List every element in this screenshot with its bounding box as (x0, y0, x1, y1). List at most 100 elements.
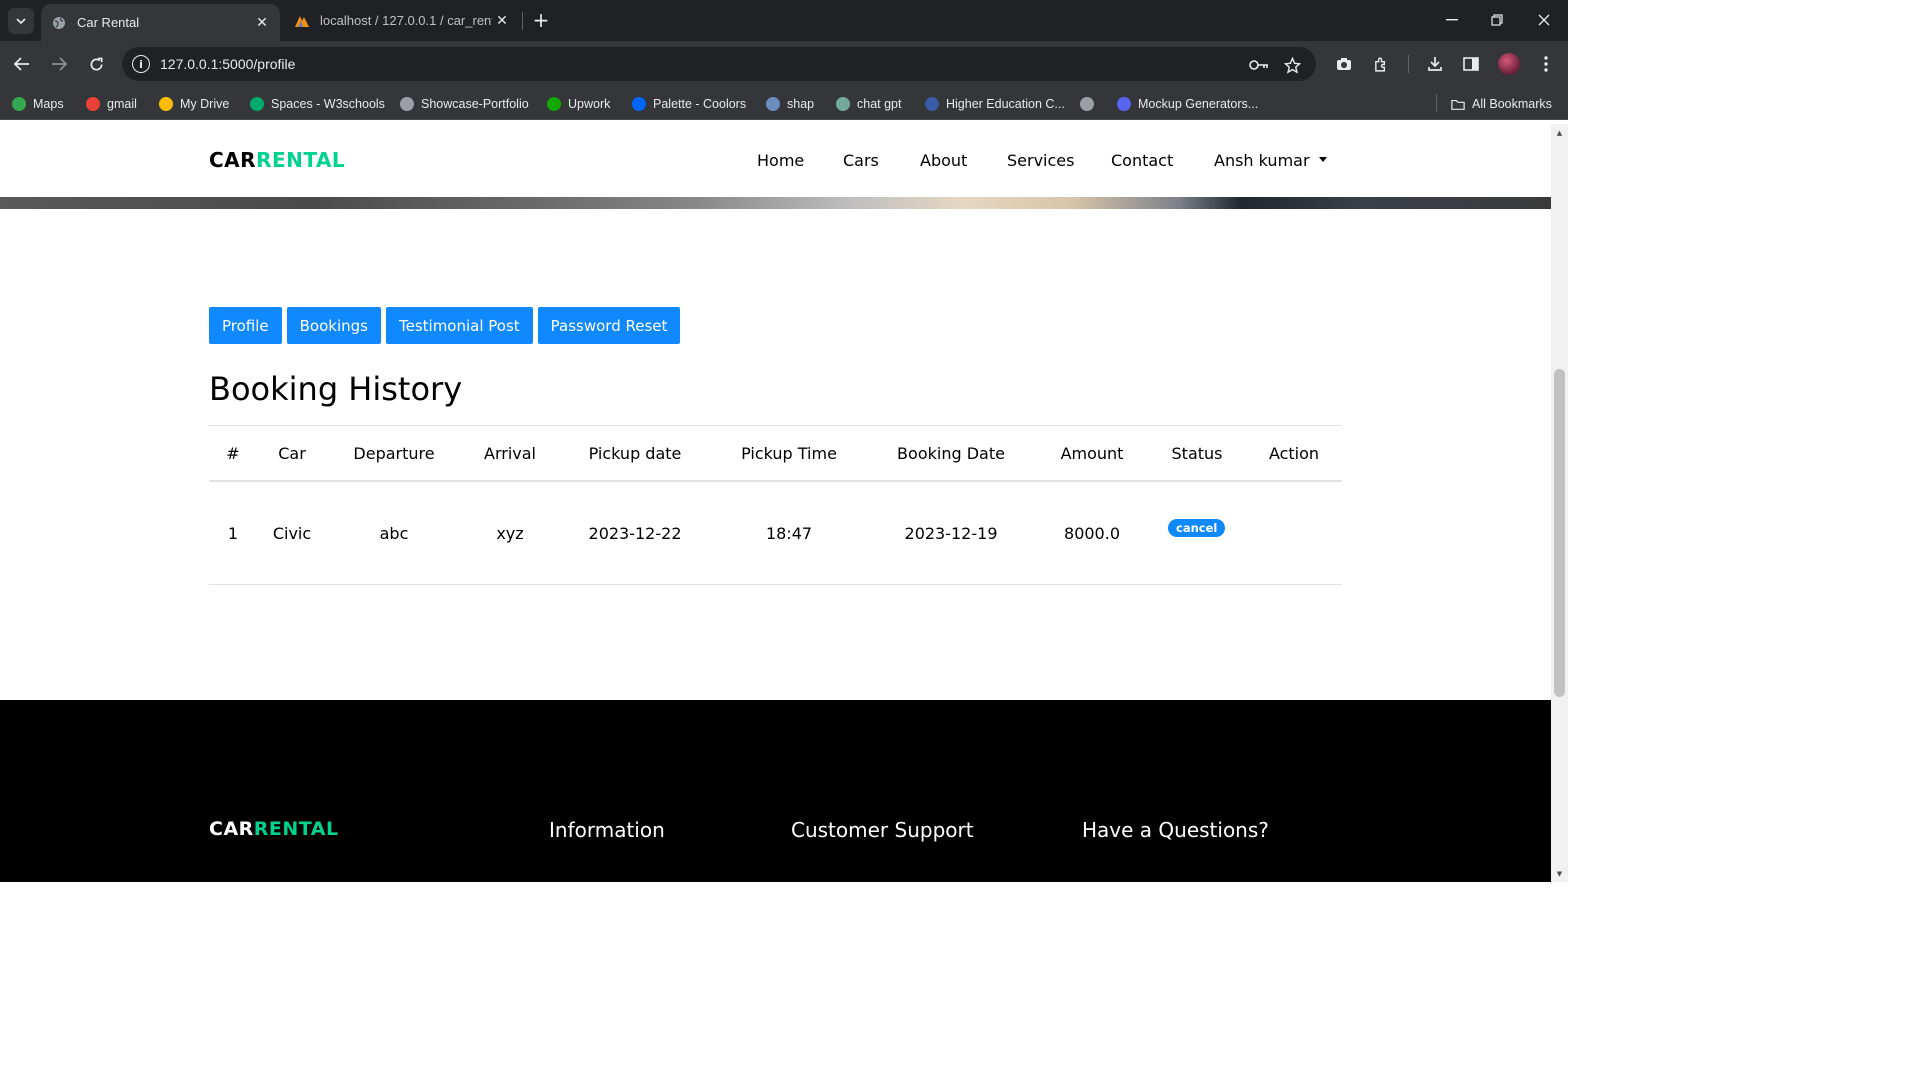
bookmark-item[interactable]: Upwork (547, 95, 610, 113)
cell-arrival: xyz (496, 524, 524, 543)
cell-car: Civic (272, 524, 312, 543)
cell-booking-date: 2023-12-19 (904, 524, 998, 543)
col-header-booking-date: Booking Date (897, 444, 1005, 463)
close-tab-icon[interactable]: ✕ (492, 11, 512, 31)
bookmark-star-icon[interactable] (1282, 55, 1302, 75)
page-viewport: CARRENTAL Home Cars About Services Conta… (0, 124, 1551, 882)
new-tab-icon[interactable]: + (530, 8, 552, 32)
cell-departure: abc (379, 524, 409, 543)
hero-image-strip (0, 197, 1551, 209)
all-bookmarks-label: All Bookmarks (1472, 97, 1552, 111)
nav-contact[interactable]: Contact (1111, 151, 1173, 170)
nav-services[interactable]: Services (1007, 151, 1074, 170)
footer-logo[interactable]: CARRENTAL (209, 818, 339, 840)
logo-text-rental: RENTAL (256, 148, 346, 172)
upwork-icon (547, 97, 561, 111)
browser-tab-active[interactable]: Car Rental ✕ (41, 4, 280, 41)
bookmark-item[interactable]: shap (766, 95, 814, 113)
shap-icon (766, 97, 780, 111)
bookmark-label: shap (787, 97, 815, 111)
bookmark-item[interactable]: chat gpt (836, 95, 901, 113)
page-scrollbar[interactable]: ▲ ▼ (1551, 124, 1568, 882)
globe-icon (1080, 97, 1094, 111)
tab-divider (522, 12, 523, 30)
password-key-icon[interactable] (1249, 55, 1269, 75)
scroll-down-arrow-icon[interactable]: ▼ (1555, 869, 1564, 878)
bookmark-label: Higher Education C... (946, 97, 1065, 111)
coolors-icon (632, 97, 646, 111)
logo-text-car: CAR (209, 148, 257, 172)
cell-pickup-time: 18:47 (765, 524, 813, 543)
col-header-departure: Departure (353, 444, 435, 463)
bookmark-label: Palette - Coolors (653, 97, 747, 111)
site-footer: CARRENTAL Information Customer Support H… (0, 700, 1551, 882)
globe-icon (400, 97, 414, 111)
table-bottom-border (209, 584, 1342, 585)
downloads-icon[interactable] (1424, 53, 1446, 75)
more-menu-icon[interactable] (1535, 53, 1557, 75)
browser-tab-bar: Car Rental ✕ localhost / 127.0.0.1 / car… (0, 0, 1568, 41)
bookings-tab-button[interactable]: Bookings (286, 307, 381, 344)
footer-heading-information: Information (549, 818, 665, 842)
bookmark-label: Maps (33, 97, 64, 111)
password-reset-tab-button[interactable]: Password Reset (537, 307, 681, 344)
gmail-icon (86, 97, 100, 111)
back-icon[interactable] (10, 52, 34, 76)
cell-pickup-date: 2023-12-22 (588, 524, 682, 543)
minimize-icon[interactable] (1440, 8, 1464, 32)
bookmark-item[interactable]: Showcase-Portfolio (400, 95, 529, 113)
tab-search-button[interactable] (8, 8, 34, 34)
reload-icon[interactable] (84, 52, 108, 76)
mockup-icon (1117, 97, 1131, 111)
testimonial-post-tab-button[interactable]: Testimonial Post (385, 307, 533, 344)
forward-icon[interactable] (47, 52, 71, 76)
bookmark-item[interactable]: Higher Education C... (925, 95, 1065, 113)
browser-toolbar: i 127.0.0.1:5000/profile (0, 41, 1568, 87)
w3schools-icon (250, 97, 264, 111)
nav-home[interactable]: Home (757, 151, 804, 170)
nav-about[interactable]: About (920, 151, 967, 170)
col-header-pickup-date: Pickup date (588, 444, 682, 463)
caret-down-icon (1318, 157, 1327, 162)
globe-icon (51, 15, 67, 31)
footer-logo-text-car: CAR (209, 818, 254, 840)
bookmark-item[interactable]: My Drive (159, 95, 229, 113)
all-bookmarks-folder[interactable]: All Bookmarks (1451, 95, 1552, 113)
side-panel-icon[interactable] (1460, 53, 1482, 75)
scroll-up-arrow-icon[interactable]: ▲ (1555, 128, 1564, 137)
bookmarks-divider (1436, 94, 1437, 112)
bookmark-item[interactable]: Mockup Generators... (1117, 95, 1258, 113)
status-badge: cancel (1168, 519, 1226, 537)
profile-tab-button[interactable]: Profile (209, 307, 282, 344)
address-bar[interactable]: i 127.0.0.1:5000/profile (122, 47, 1316, 81)
bookmark-label: Spaces - W3schools (271, 97, 385, 111)
extensions-puzzle-icon[interactable] (1370, 53, 1392, 75)
profile-avatar[interactable] (1498, 53, 1520, 75)
site-info-icon[interactable]: i (132, 55, 150, 73)
bookmark-item[interactable]: Palette - Coolors (632, 95, 746, 113)
close-tab-icon[interactable]: ✕ (252, 13, 272, 33)
bookmark-label: Showcase-Portfolio (421, 97, 529, 111)
bookmarks-bar: Maps gmail My Drive Spaces - W3schools Showc… (0, 87, 1568, 120)
close-window-icon[interactable] (1532, 8, 1556, 32)
toolbar-divider (1408, 55, 1409, 73)
bookmark-item[interactable]: Maps (12, 95, 64, 113)
tab-title: localhost / 127.0.0.1 / car_rental (320, 13, 492, 28)
restore-icon[interactable] (1485, 8, 1509, 32)
footer-heading-customer-support: Customer Support (791, 818, 974, 842)
col-header-action: Action (1268, 444, 1320, 463)
nav-cars[interactable]: Cars (843, 151, 879, 170)
bookmark-item[interactable] (1080, 95, 1101, 113)
user-dropdown[interactable]: Ansh kumar (1214, 151, 1327, 170)
scrollbar-thumb[interactable] (1554, 369, 1565, 697)
site-logo[interactable]: CARRENTAL (209, 148, 345, 172)
cell-amount: 8000.0 (1064, 524, 1120, 543)
browser-tab[interactable]: localhost / 127.0.0.1 / car_rental ✕ (284, 0, 520, 41)
phpmyadmin-icon (294, 13, 310, 29)
bookmark-item[interactable]: Spaces - W3schools (250, 95, 385, 113)
col-header-car: Car (278, 444, 306, 463)
drive-icon (159, 97, 173, 111)
screenshot-camera-icon[interactable] (1333, 53, 1355, 75)
site-navbar: CARRENTAL Home Cars About Services Conta… (0, 124, 1551, 197)
bookmark-item[interactable]: gmail (86, 95, 137, 113)
